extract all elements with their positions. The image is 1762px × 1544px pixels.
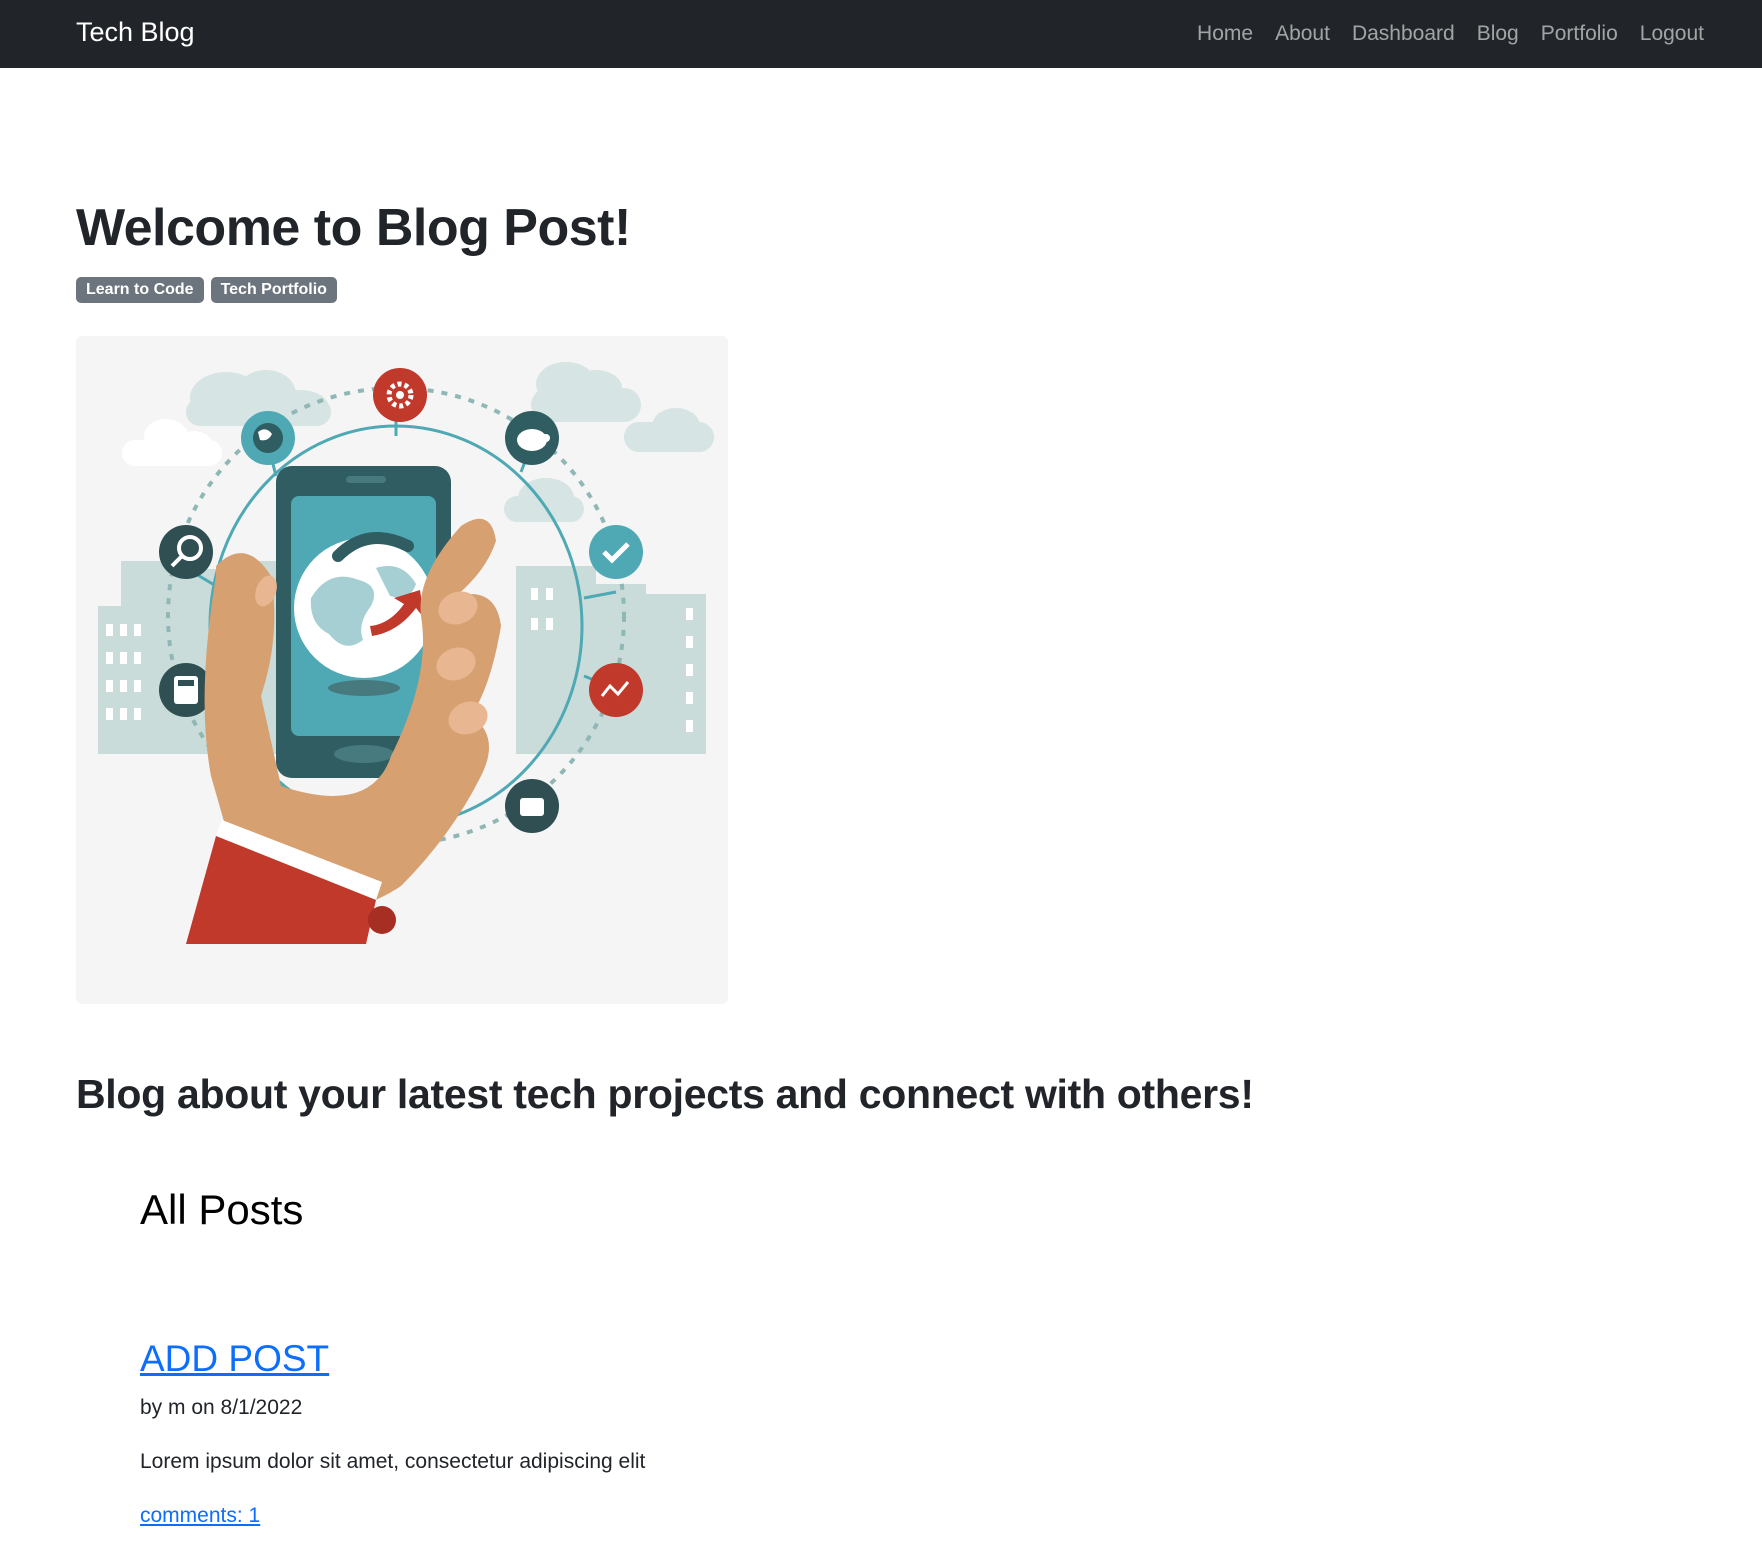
nav-link-about[interactable]: About <box>1275 22 1330 46</box>
badge-group: Learn to Code Tech Portfolio <box>76 277 337 303</box>
post-body: Lorem ipsum dolor sit amet, consectetur … <box>140 1450 646 1473</box>
top-navbar: Tech Blog Home About Dashboard Blog Port… <box>0 0 1762 68</box>
nav-link-blog[interactable]: Blog <box>1477 22 1519 46</box>
hand-holding-phone-illustration <box>98 362 714 944</box>
tagline-heading: Blog about your latest tech projects and… <box>76 1071 1254 1117</box>
post-comments-link[interactable]: comments: 1 <box>140 1502 260 1530</box>
hero-illustration <box>76 336 728 1004</box>
post-title-link[interactable]: ADD POST <box>140 1336 329 1382</box>
post-meta: by m on 8/1/2022 <box>140 1396 303 1419</box>
badge-learn-to-code: Learn to Code <box>76 277 204 303</box>
nav-links: Home About Dashboard Blog Portfolio Logo… <box>1197 0 1704 68</box>
page-title: Welcome to Blog Post! <box>76 199 631 257</box>
all-posts-heading: All Posts <box>140 1186 304 1233</box>
brand-link[interactable]: Tech Blog <box>76 14 195 50</box>
nav-link-dashboard[interactable]: Dashboard <box>1352 22 1455 46</box>
badge-tech-portfolio: Tech Portfolio <box>210 277 337 303</box>
nav-link-portfolio[interactable]: Portfolio <box>1541 22 1618 46</box>
nav-link-logout[interactable]: Logout <box>1640 22 1704 46</box>
nav-link-home[interactable]: Home <box>1197 22 1253 46</box>
